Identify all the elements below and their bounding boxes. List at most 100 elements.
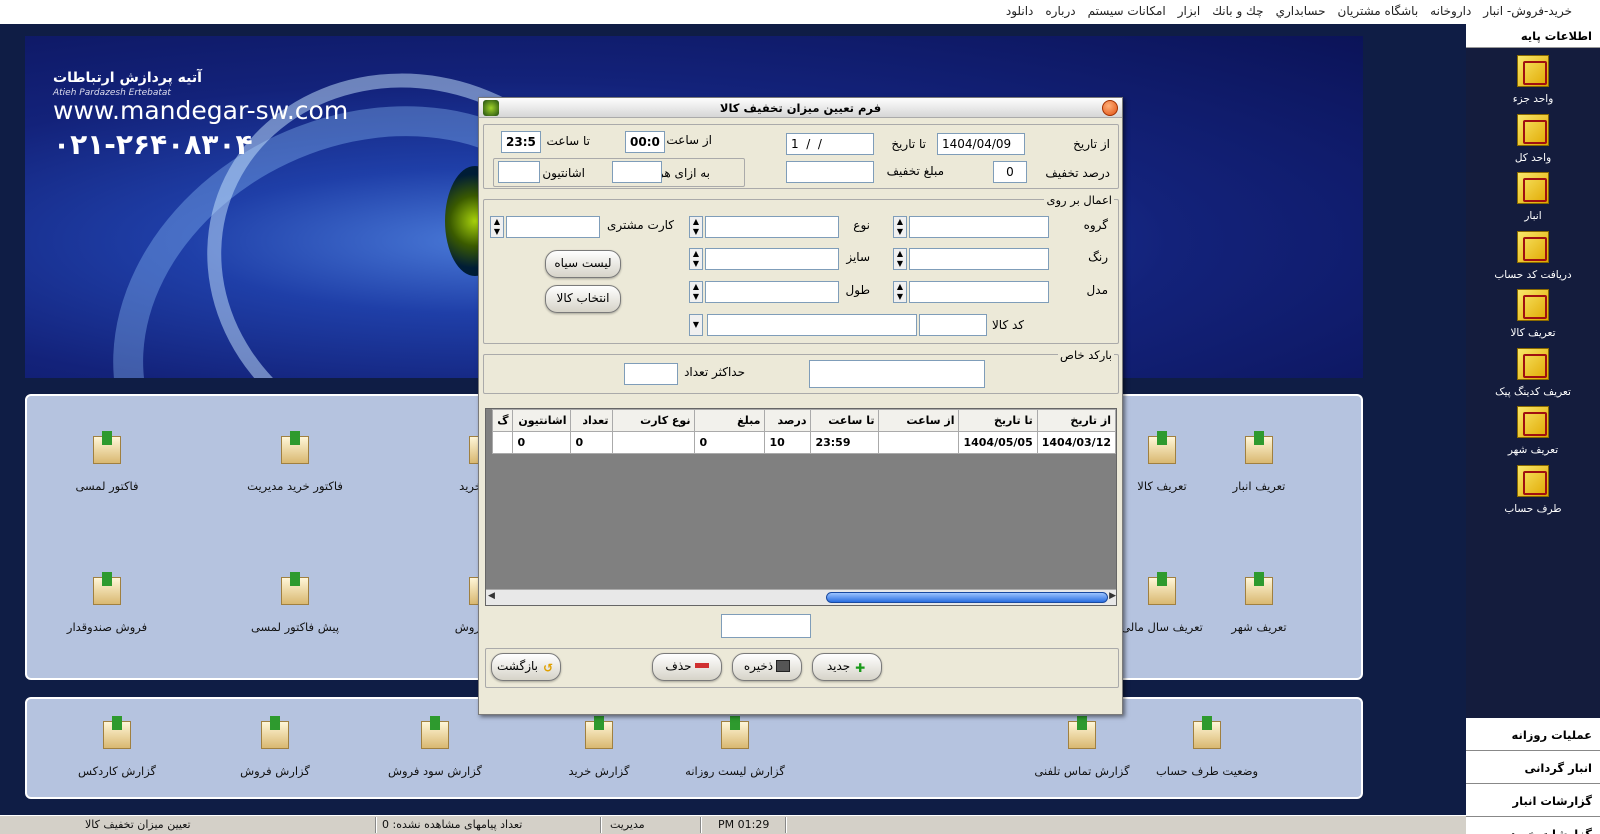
sidebar-section[interactable]: عملیات روزانه	[1466, 718, 1600, 751]
column-header[interactable]: گ	[492, 409, 514, 432]
group-spinner[interactable]: ▲ ▼	[893, 216, 907, 238]
color-input[interactable]	[909, 248, 1049, 270]
shortcut-tile[interactable]: پیش فاکتور لمسی	[225, 572, 365, 634]
sidebar-item[interactable]: انبار	[1466, 169, 1600, 228]
customer-card-input[interactable]	[506, 216, 600, 238]
table-cell[interactable]	[878, 431, 960, 454]
to-time-input[interactable]	[501, 131, 541, 153]
menu-item[interactable]: خريد-فروش- انبار	[1483, 4, 1572, 18]
to-date-input[interactable]	[786, 133, 874, 155]
sidebar-item[interactable]: تعریف شهر	[1466, 403, 1600, 462]
discount-amount-input[interactable]	[786, 161, 874, 183]
group-input[interactable]	[909, 216, 1049, 238]
shortcut-tile[interactable]: گزارش کاردکس	[47, 716, 187, 778]
model-input[interactable]	[909, 281, 1049, 303]
menu-item[interactable]: باشگاه مشتريان	[1338, 4, 1419, 18]
unit-total-icon	[1517, 113, 1549, 146]
table-cell[interactable]: 1404/05/05	[958, 431, 1038, 454]
sidebar-section[interactable]: انبار گردانی	[1466, 751, 1600, 784]
horizontal-scrollbar[interactable]: ◀ ▶	[486, 589, 1116, 605]
footer-input[interactable]	[721, 614, 811, 638]
shortcut-tile[interactable]: فاکتور خرید مدیریت	[225, 431, 365, 493]
sidebar-section[interactable]: گزارشات خرید و فروش	[1466, 817, 1600, 834]
shortcut-tile[interactable]: فاکتور لمسی	[37, 431, 177, 493]
scroll-left-icon[interactable]: ◀	[488, 591, 495, 601]
sidebar-item[interactable]: تعریف کالا	[1466, 286, 1600, 345]
ashantion-input[interactable]	[498, 161, 540, 183]
from-date-input[interactable]	[937, 133, 1025, 155]
table-cell[interactable]	[612, 431, 696, 454]
sidebar-section[interactable]: گزارشات انبار	[1466, 784, 1600, 817]
table-cell[interactable]: 0	[512, 431, 572, 454]
column-header[interactable]: از تاریخ	[1036, 409, 1116, 432]
customer-card-spinner[interactable]: ▲ ▼	[490, 216, 504, 238]
shortcut-tile[interactable]: تعریف شهر	[1189, 572, 1329, 634]
color-spinner[interactable]: ▲ ▼	[893, 248, 907, 270]
sidebar-item[interactable]: تعریف کدینگ پیک	[1466, 345, 1600, 404]
sidebar-item[interactable]: دریافت کد حساب	[1466, 228, 1600, 287]
sidebar-item-label: طرف حساب	[1504, 502, 1562, 515]
menu-item[interactable]: ابزار	[1178, 4, 1200, 18]
select-product-button[interactable]: انتخاب کالا	[545, 285, 621, 313]
shortcut-tile[interactable]: وضعیت طرف حساب	[1137, 716, 1277, 778]
table-cell[interactable]: 10	[764, 431, 812, 454]
blacklist-button[interactable]: لیست سیاه	[545, 250, 621, 278]
save-button[interactable]: ذخیره	[732, 653, 802, 681]
length-spinner[interactable]: ▲ ▼	[689, 281, 703, 303]
special-barcode-input[interactable]	[809, 360, 985, 388]
column-header[interactable]: تعداد	[570, 409, 614, 432]
scroll-right-icon[interactable]: ▶	[1109, 591, 1116, 601]
shortcut-tile[interactable]: گزارش لیست روزانه	[665, 716, 805, 778]
max-count-input[interactable]	[624, 363, 678, 385]
column-header[interactable]: از ساعت	[878, 409, 960, 432]
menu-item[interactable]: داروخانه	[1430, 4, 1471, 18]
back-button[interactable]: ↺ بازگشت	[491, 653, 561, 681]
product-dropdown-chevron-icon[interactable]: ▼	[689, 314, 703, 336]
column-header[interactable]: اشانتیون	[512, 409, 572, 432]
table-cell[interactable]: 0	[570, 431, 614, 454]
table-row[interactable]: 1404/03/12 1404/05/05 23:59 10 0 0 0	[492, 431, 1116, 454]
size-input[interactable]	[705, 248, 839, 270]
close-icon[interactable]	[1102, 100, 1118, 116]
column-header[interactable]: تا ساعت	[810, 409, 880, 432]
per-each-input[interactable]	[612, 161, 662, 183]
shortcut-tile[interactable]: گزارش سود فروش	[365, 716, 505, 778]
shortcut-tile[interactable]: تعریف انبار	[1189, 431, 1329, 493]
model-spinner[interactable]: ▲ ▼	[893, 281, 907, 303]
product-code-input[interactable]	[919, 314, 987, 336]
delete-button[interactable]: حذف	[652, 653, 722, 681]
menu-item[interactable]: امکانات سیستم	[1088, 4, 1166, 18]
column-header[interactable]: درصد	[764, 409, 812, 432]
menu-item[interactable]: دانلود	[1006, 4, 1034, 18]
new-button[interactable]: ✚ جدید	[812, 653, 882, 681]
scrollbar-thumb[interactable]	[826, 592, 1108, 603]
sidebar-header[interactable]: اطلاعات پایه	[1466, 24, 1600, 48]
menu-items: خريد-فروش- انبار داروخانه باشگاه مشتريان حس…	[994, 4, 1572, 18]
discount-percent-input[interactable]	[993, 161, 1027, 183]
column-header[interactable]: مبلغ	[694, 409, 766, 432]
column-header[interactable]: نوع کارت	[612, 409, 696, 432]
product-name-input[interactable]	[707, 314, 917, 336]
shortcut-tile[interactable]: گزارش خرید	[529, 716, 669, 778]
type-input[interactable]	[705, 216, 839, 238]
sidebar-item[interactable]: واحد جزء	[1466, 52, 1600, 111]
shortcut-tile[interactable]: گزارش فروش	[205, 716, 345, 778]
dialog-titlebar[interactable]: فرم تعیین میزان تخفیف کالا	[479, 98, 1122, 118]
shortcut-tile[interactable]: گزارش تماس تلفنی	[1012, 716, 1152, 778]
menu-item[interactable]: حسابداري	[1276, 4, 1326, 18]
sidebar-item[interactable]: طرف حساب	[1466, 462, 1600, 521]
table-cell[interactable]	[492, 431, 514, 454]
length-input[interactable]	[705, 281, 839, 303]
table-cell[interactable]: 1404/03/12	[1036, 431, 1116, 454]
table-cell[interactable]: 23:59	[810, 431, 880, 454]
table-cell[interactable]: 0	[694, 431, 766, 454]
from-time-input[interactable]	[625, 131, 665, 153]
type-spinner[interactable]: ▲ ▼	[689, 216, 703, 238]
shortcut-tile[interactable]: فروش صندوقدار	[37, 572, 177, 634]
menu-item[interactable]: چك و بانك	[1212, 4, 1263, 18]
sidebar-item[interactable]: واحد کل	[1466, 111, 1600, 170]
size-spinner[interactable]: ▲ ▼	[689, 248, 703, 270]
menu-item[interactable]: درباره	[1045, 4, 1075, 18]
column-header[interactable]: تا تاریخ	[958, 409, 1038, 432]
shortcut-label: فروش صندوقدار	[66, 620, 148, 634]
